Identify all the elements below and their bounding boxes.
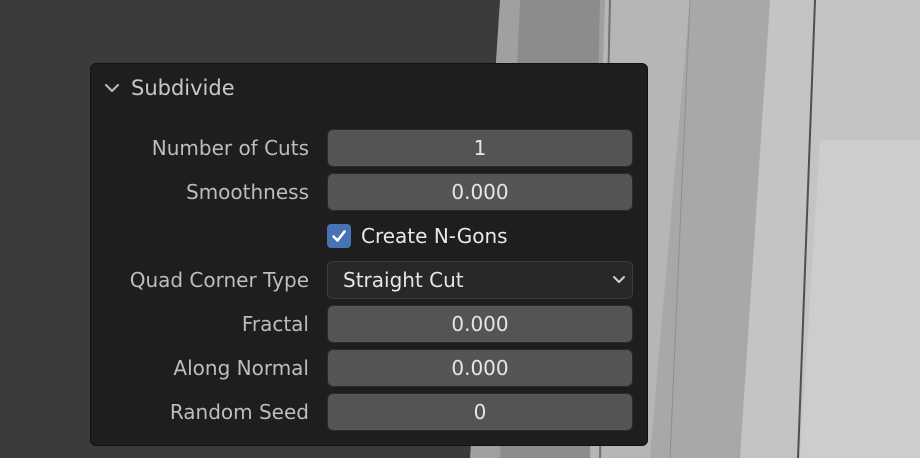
row-random-seed: Random Seed 0 — [91, 393, 649, 431]
quad-corner-type-value: Straight Cut — [343, 268, 464, 292]
fractal-field[interactable]: 0.000 — [327, 305, 633, 343]
number-of-cuts-field[interactable]: 1 — [327, 129, 633, 167]
row-smoothness: Smoothness 0.000 — [91, 173, 649, 211]
row-along-normal: Along Normal 0.000 — [91, 349, 649, 387]
subdivide-panel: Subdivide Number of Cuts 1 Smoothness 0.… — [90, 63, 648, 446]
create-ngons-checkbox-row[interactable]: Create N-Gons — [327, 217, 508, 255]
smoothness-field[interactable]: 0.000 — [327, 173, 633, 211]
smoothness-label: Smoothness — [186, 180, 309, 204]
quad-corner-type-label: Quad Corner Type — [129, 268, 309, 292]
checkmark-icon — [332, 230, 346, 242]
row-quad-corner-type: Quad Corner Type Straight Cut — [91, 261, 649, 299]
panel-title: Subdivide — [131, 76, 235, 100]
number-of-cuts-label: Number of Cuts — [151, 136, 309, 160]
chevron-down-icon — [613, 276, 625, 283]
random-seed-field[interactable]: 0 — [327, 393, 633, 431]
row-number-of-cuts: Number of Cuts 1 — [91, 129, 649, 167]
quad-corner-type-dropdown[interactable]: Straight Cut — [327, 261, 633, 299]
along-normal-field[interactable]: 0.000 — [327, 349, 633, 387]
create-ngons-checkbox[interactable] — [327, 224, 351, 248]
chevron-down-icon[interactable] — [103, 79, 121, 97]
row-fractal: Fractal 0.000 — [91, 305, 649, 343]
fractal-label: Fractal — [241, 312, 309, 336]
along-normal-label: Along Normal — [173, 356, 309, 380]
create-ngons-label: Create N-Gons — [361, 224, 508, 248]
random-seed-label: Random Seed — [169, 400, 309, 424]
panel-header[interactable]: Subdivide — [103, 74, 235, 102]
